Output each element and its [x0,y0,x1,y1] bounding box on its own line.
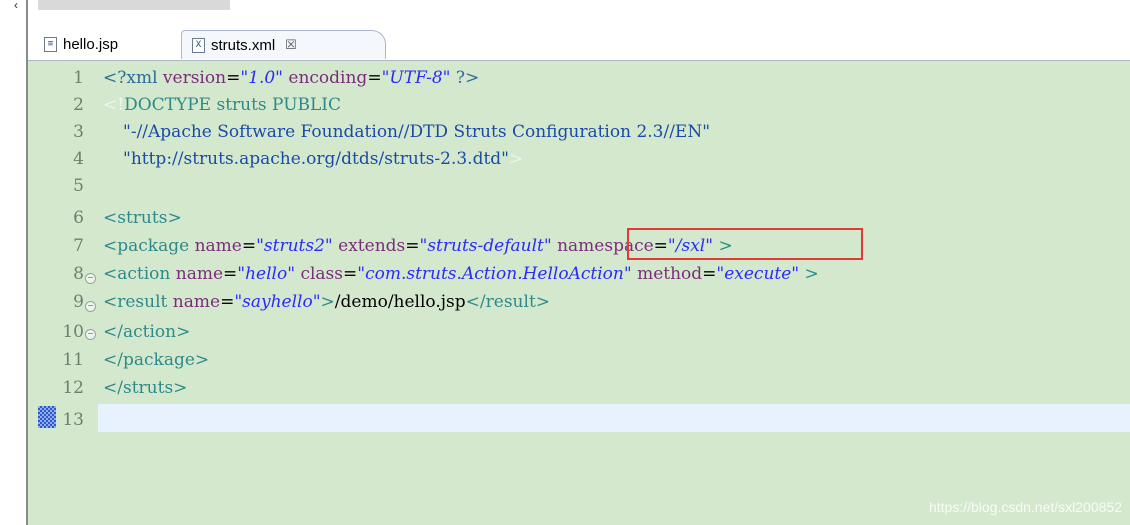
doctype-open: <! [103,95,125,115]
jsp-file-icon: ≡ [44,37,57,52]
top-toolbar: ‹ [0,0,1130,26]
equals: = [220,292,235,312]
line-number: 7 [73,236,84,256]
line-number: 3 [73,122,84,142]
tag-bracket: > [194,350,210,370]
equals: = [702,264,717,284]
doctype-system-id: "http://struts.apache.org/dtds/struts-2.… [123,149,509,169]
attr-value: "hello" [237,264,296,284]
tab-hello-jsp[interactable]: ≡ hello.jsp [34,30,174,59]
tab-label: hello.jsp [63,36,119,53]
attr-name: extends [332,236,406,256]
equals: = [343,264,358,284]
attr-value: "execute" [716,264,800,284]
attr-value: "sayhello" [234,292,321,312]
line-number: 5 [73,176,84,196]
tag-name: result [117,292,168,312]
chevron-left-icon[interactable]: ‹ [14,0,18,11]
xml-file-icon: X [192,37,205,53]
tag-name: package [117,236,190,256]
line-number: 1 [73,68,84,88]
element-content: /demo/hello.jsp [334,292,466,312]
code-line: </package> [103,348,209,372]
tag-bracket: < [103,292,118,312]
watermark: https://blog.csdn.net/sxl200852 [928,499,1122,515]
attr-name: class [295,264,343,284]
tag-bracket: > [176,322,191,342]
namespace-highlight-box [627,228,863,260]
tag-bracket: < [103,208,118,228]
tag-name: action [122,322,177,342]
code-line: <?xml version="1.0" encoding="UTF-8" ?> [103,66,479,90]
tag-bracket: < [103,236,118,256]
fold-toggle-icon[interactable]: − [85,273,96,284]
tab-struts-xml[interactable]: X struts.xml ☒ [181,30,386,59]
attr-name: name [167,292,221,312]
line-number: 8 [73,264,84,284]
attr-name: name [189,236,242,256]
horizontal-scrollbar[interactable] [38,0,230,10]
doctype-keyword: DOCTYPE [124,95,212,115]
tag-bracket: > [167,208,182,228]
tag-name: action [117,264,171,284]
equals: = [223,264,238,284]
attr-name: encoding [283,68,368,88]
code-line: "-//Apache Software Foundation//DTD Stru… [123,120,710,144]
line-number-gutter: 1 2 3 4 5 6 7 8 9 10 11 12 13 − − − [38,61,98,525]
xml-declaration-end: ?> [450,68,480,88]
overview-ruler [28,61,38,525]
tag-name: struts [117,208,168,228]
tag-bracket: </ [103,378,123,398]
tag-name: struts [122,378,174,398]
line-number: 2 [73,95,84,115]
tag-bracket: </ [103,350,123,370]
line-number: 6 [73,208,84,228]
tag-bracket: > [799,264,819,284]
fold-toggle-icon[interactable]: − [85,329,96,340]
code-line: </struts> [103,376,187,400]
attr-value: "struts-default" [419,236,552,256]
line-number: 13 [62,410,84,430]
editor-tab-bar: ≡ hello.jsp X struts.xml ☒ [28,28,1130,61]
tag-bracket: > [173,378,188,398]
attr-value: "UTF-8" [381,68,451,88]
line-number: 9 [73,292,84,312]
attr-value: "com.struts.Action.HelloAction" [357,264,632,284]
fold-toggle-icon[interactable]: − [85,301,96,312]
code-line: <action name="hello" class="com.struts.A… [103,262,819,286]
doctype-public: PUBLIC [266,95,342,115]
tag-name: result [485,292,536,312]
line-number: 11 [62,350,84,370]
line-number: 4 [73,149,84,169]
tag-bracket: < [103,264,118,284]
attr-value: "struts2" [256,236,333,256]
tag-bracket: </ [465,292,486,312]
equals: = [226,68,241,88]
equals: = [405,236,420,256]
xml-declaration: <?xml [103,68,158,88]
doctype-root: struts [211,95,267,115]
tag-name: package [122,350,195,370]
doctype-public-id: "-//Apache Software Foundation//DTD Stru… [123,122,711,142]
close-icon[interactable]: ☒ [285,37,297,53]
line-number: 10 [62,322,84,342]
code-line: <!DOCTYPE struts PUBLIC [103,93,341,117]
code-line: <result name="sayhello">/demo/hello.jsp<… [103,290,550,314]
code-line: </action> [103,320,190,344]
equals: = [241,236,257,256]
tag-bracket: </ [103,322,123,342]
line-number: 12 [62,378,84,398]
tag-bracket: > [535,292,551,312]
tab-label: struts.xml [211,36,276,54]
doctype-close: > [508,149,524,169]
code-line: <struts> [103,206,182,230]
equals: = [367,68,382,88]
tag-bracket: > [320,292,335,312]
attr-name: method [631,264,703,284]
code-line: "http://struts.apache.org/dtds/struts-2.… [123,147,523,171]
attr-value: "1.0" [240,68,283,88]
attr-name: version [157,68,227,88]
current-line-highlight [98,404,1130,432]
attr-name: name [170,264,224,284]
